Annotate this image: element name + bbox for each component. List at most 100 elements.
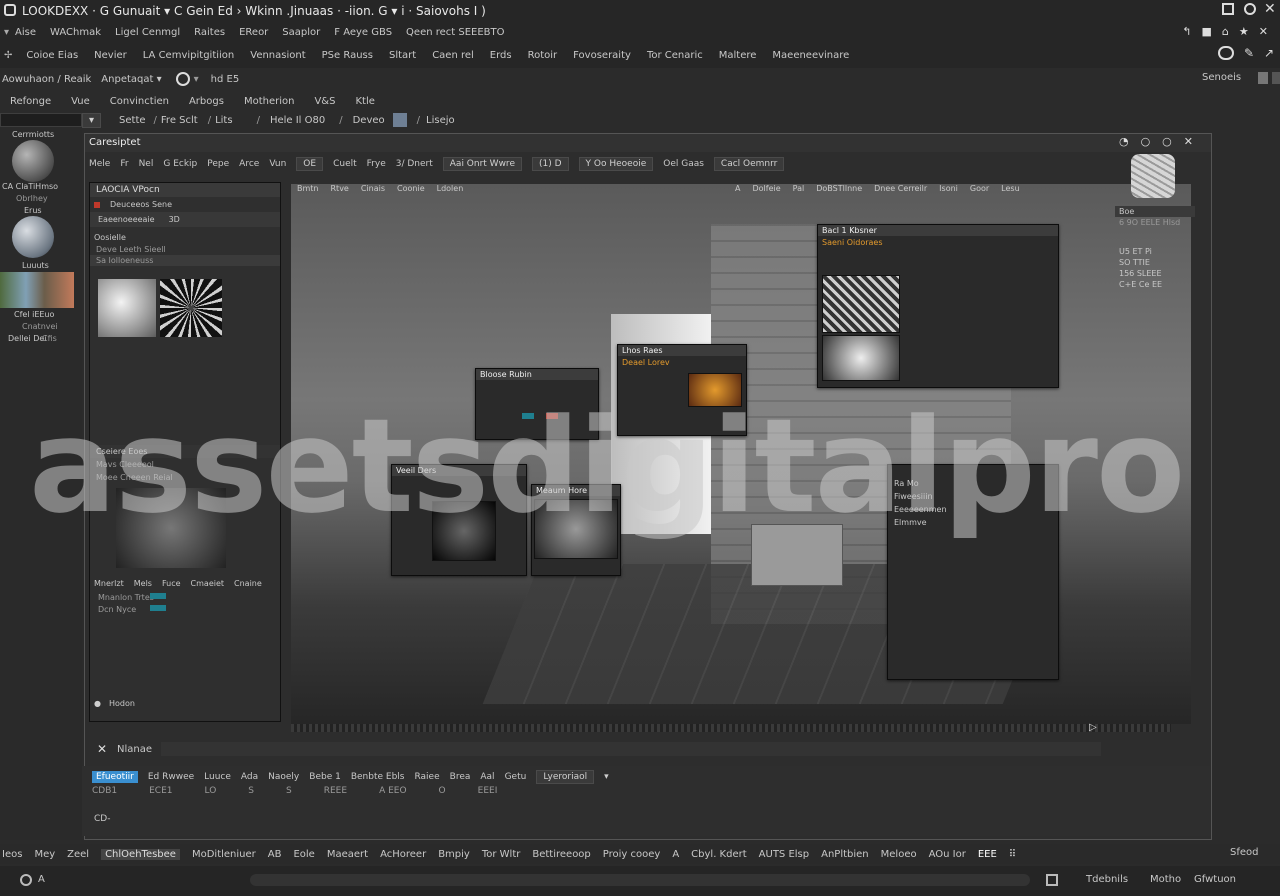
taskbar-item[interactable]: AcHoreer	[380, 849, 426, 860]
restore-icon[interactable]: ○	[1141, 135, 1163, 148]
panel-tab[interactable]: Eaeenoeeeaie	[98, 215, 155, 224]
toggle-teal[interactable]	[150, 593, 166, 599]
bottom-tab[interactable]: Ed Rwwee	[148, 772, 194, 782]
menu-item[interactable]: F Aeye GBS	[334, 27, 392, 38]
color-swatch[interactable]	[392, 113, 407, 127]
viewport-tab[interactable]: Coonie	[397, 184, 425, 193]
timeline-scrubber[interactable]	[291, 724, 1171, 732]
status-scroll[interactable]	[250, 874, 1030, 886]
main-menu-item[interactable]: Arce	[239, 159, 259, 169]
bottom-tab[interactable]: Mnerlzt	[94, 579, 124, 588]
taskbar-item[interactable]: Cbyl. Kdert	[691, 849, 746, 860]
menu-item[interactable]: Saaplor	[282, 27, 320, 38]
viewport-option[interactable]: Pal	[793, 184, 805, 193]
tool-group[interactable]: Cacl Oemnrr	[713, 157, 785, 171]
search-icon[interactable]	[175, 72, 190, 86]
viewport-tab[interactable]: Cinais	[361, 184, 385, 193]
brush-icon[interactable]: ✎	[1244, 46, 1254, 60]
path-field[interactable]: CD-	[94, 814, 110, 824]
tool-group[interactable]: Aai Onrt Wwre	[442, 157, 522, 171]
node-thumb-metal[interactable]	[822, 335, 900, 381]
maximize-icon[interactable]	[1222, 3, 1234, 15]
taskbar-item[interactable]: Bettireeoop	[532, 849, 590, 860]
toolbar-item[interactable]: Nevier	[94, 50, 127, 61]
toolbar-item[interactable]: Maeeneevinare	[772, 50, 849, 61]
toggle-teal-2[interactable]	[150, 605, 166, 611]
texture-preview[interactable]	[1131, 154, 1175, 198]
main-menu-item[interactable]: Frye	[367, 159, 386, 169]
mode-dropdown[interactable]: Anpetaqat ▾	[101, 74, 161, 85]
value-field[interactable]: S	[286, 786, 292, 796]
viewport-tab[interactable]: Rtve	[331, 184, 349, 193]
viewport-option[interactable]: Dnee Cerreilr	[874, 184, 927, 193]
panel-toggle-2[interactable]	[1272, 72, 1280, 84]
status-item[interactable]: Tdebnils	[1086, 874, 1128, 885]
value-field[interactable]: A EEO	[379, 786, 406, 796]
menu-item[interactable]: Aise	[15, 27, 36, 38]
toolbar-item[interactable]: Sltart	[389, 50, 416, 61]
taskbar-item[interactable]: AB	[268, 849, 282, 860]
bottom-tab[interactable]: Aal	[480, 772, 494, 782]
right-row[interactable]: 156 SLEEE	[1115, 268, 1195, 279]
expand-icon[interactable]: ↗	[1264, 46, 1274, 60]
value-field[interactable]: S	[248, 786, 254, 796]
right-row[interactable]: U5 ET Pi	[1115, 246, 1195, 257]
main-menu-item[interactable]: Fr	[120, 159, 128, 169]
taskbar-item[interactable]: AOu Ior	[929, 849, 966, 860]
taskbar-item-active[interactable]: ChlOehTesbee	[101, 848, 180, 860]
taskbar-item[interactable]: Maeaert	[327, 849, 368, 860]
field-label[interactable]: Lisejo	[426, 115, 455, 126]
toolbar-item[interactable]: Caen rel	[432, 50, 474, 61]
close-icon[interactable]: ✕	[1259, 25, 1278, 38]
tool-tab[interactable]: Motherion	[244, 96, 295, 107]
node-window-large[interactable]: Bacl 1 Kbsner Saeni Oidoraes	[817, 224, 1059, 388]
texture-thumb-dark[interactable]	[160, 279, 222, 337]
node-thumb-rock[interactable]	[822, 275, 900, 333]
bottom-tab[interactable]: Brea	[450, 772, 471, 782]
viewport-option[interactable]: DoBSTllnne	[816, 184, 862, 193]
field-label[interactable]: Fre Sclt	[161, 115, 198, 126]
main-menu-item[interactable]: Vun	[269, 159, 286, 169]
toolbar-item[interactable]: PSe Rauss	[322, 50, 373, 61]
stop-icon[interactable]: ■	[1202, 25, 1222, 38]
bottom-tab[interactable]: Naoely	[268, 772, 299, 782]
lock-icon[interactable]: ⌂	[1222, 25, 1239, 38]
tool-tab[interactable]: Vue	[71, 96, 90, 107]
section-row[interactable]: Deve Leeth Sieell	[90, 244, 280, 255]
viewport-option[interactable]: Isoni	[939, 184, 958, 193]
right-row[interactable]: C+E Ce EE	[1115, 279, 1195, 290]
taskbar-item-red[interactable]: EEE	[978, 849, 997, 860]
toolbar-item[interactable]: LA Cemvipitgitiion	[143, 50, 235, 61]
panel-tab[interactable]: Deuceeos Sene	[110, 200, 172, 209]
close-icon[interactable]: ✕	[1264, 1, 1276, 17]
pin-icon[interactable]: ✢	[4, 50, 12, 61]
main-menu-item[interactable]: G Eckip	[163, 159, 197, 169]
field-input[interactable]	[0, 113, 82, 127]
taskbar-item[interactable]: Proiy cooey	[603, 849, 661, 860]
viewport-option[interactable]: Goor	[970, 184, 989, 193]
pin-icon[interactable]: ◔	[1119, 135, 1141, 148]
viewport-option[interactable]: A	[735, 184, 740, 193]
dropdown-button[interactable]: ▾	[82, 112, 102, 128]
value-field[interactable]: CDB1	[92, 786, 117, 796]
bottom-tab[interactable]: Getu	[505, 772, 527, 782]
main-menu-item[interactable]: Pepe	[207, 159, 229, 169]
menu-item[interactable]: EReor	[239, 27, 268, 38]
field-label[interactable]: Deveo	[353, 115, 385, 126]
right-row[interactable]: SO TTIE	[1115, 257, 1195, 268]
main-menu-item[interactable]: Cuelt	[333, 159, 357, 169]
taskbar-item[interactable]: Meloeo	[881, 849, 917, 860]
bottom-tab[interactable]: Lyeroriaol	[536, 770, 595, 784]
bottom-tab[interactable]: Ada	[241, 772, 258, 782]
window-icon[interactable]	[1046, 874, 1058, 886]
tool-group[interactable]: Y Oo Heoeoie	[578, 157, 654, 171]
toolbar-item[interactable]: Maltere	[719, 50, 757, 61]
value-field[interactable]: ECE1	[149, 786, 172, 796]
taskbar-item[interactable]: Tor Wltr	[482, 849, 521, 860]
menu-item[interactable]: Qeen rect SEEEBTO	[406, 27, 504, 38]
field-label[interactable]: Sette	[119, 115, 146, 126]
viewport-option[interactable]: Dolfeie	[752, 184, 780, 193]
environment-thumbnail[interactable]	[0, 272, 74, 308]
panel-tab[interactable]: 3D	[169, 215, 180, 224]
bottom-tab[interactable]: Cmaeiet	[191, 579, 224, 588]
